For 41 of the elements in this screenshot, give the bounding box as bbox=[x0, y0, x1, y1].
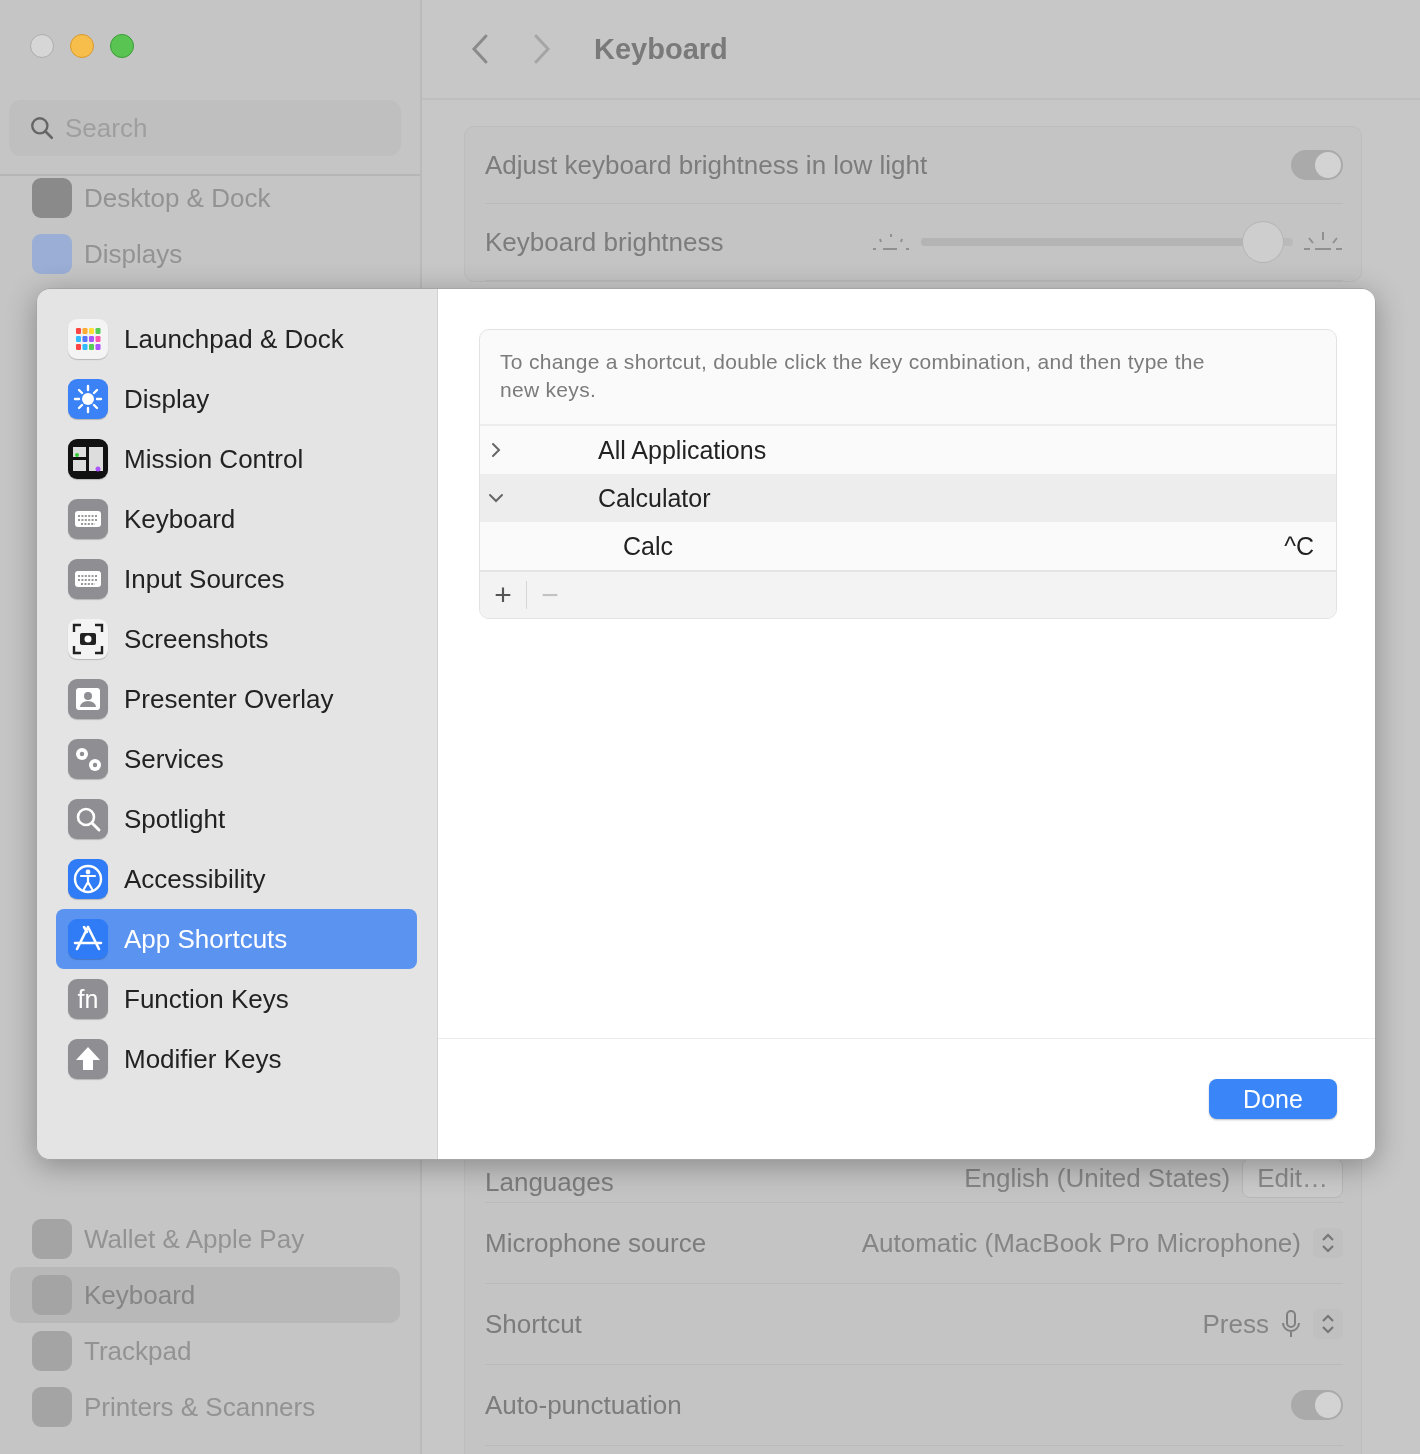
sidebar-item[interactable]: Input Sources bbox=[56, 549, 417, 609]
sidebar-item[interactable]: Screenshots bbox=[56, 609, 417, 669]
sidebar-item[interactable]: Spotlight bbox=[56, 789, 417, 849]
key-combination[interactable]: ^C bbox=[1284, 531, 1314, 561]
sidebar-item[interactable]: Keyboard bbox=[56, 489, 417, 549]
minimize-button[interactable] bbox=[70, 34, 94, 58]
sidebar-item[interactable]: Services bbox=[56, 729, 417, 789]
toggle-switch[interactable] bbox=[1291, 1390, 1343, 1420]
bright-brightness-icon bbox=[1303, 231, 1343, 253]
hint-text: To change a shortcut, double click the key combination, and then type the new keys. bbox=[480, 330, 1336, 426]
fn-key-icon: fn bbox=[68, 979, 108, 1019]
search-icon bbox=[29, 115, 55, 141]
sidebar-item[interactable]: Accessibility bbox=[56, 849, 417, 909]
shortcut-name: Calc bbox=[623, 531, 673, 561]
forward-icon[interactable] bbox=[532, 33, 552, 65]
sidebar-item[interactable]: Presenter Overlay bbox=[56, 669, 417, 729]
window-title: Keyboard bbox=[594, 32, 728, 66]
setting-value: English (United States) bbox=[964, 1162, 1231, 1194]
close-button[interactable] bbox=[30, 34, 54, 58]
microphone-icon bbox=[1281, 1309, 1301, 1339]
setting-label: Auto-punctuation bbox=[485, 1389, 682, 1421]
tree-row[interactable]: Calculator bbox=[480, 474, 1336, 522]
slider-thumb[interactable] bbox=[1243, 222, 1284, 262]
zoom-button[interactable] bbox=[110, 34, 134, 58]
tree-row[interactable]: All Applications bbox=[480, 426, 1336, 474]
setting-label: Shortcut bbox=[485, 1308, 582, 1340]
brightness-slider[interactable] bbox=[921, 222, 1293, 262]
done-button[interactable]: Done bbox=[1209, 1079, 1337, 1119]
sidebar-item[interactable]: Modifier Keys bbox=[56, 1029, 417, 1089]
toggle-switch[interactable] bbox=[1291, 150, 1343, 180]
back-icon[interactable] bbox=[470, 33, 490, 65]
setting-label: Microphone source bbox=[485, 1227, 707, 1259]
dim-brightness-icon bbox=[871, 231, 911, 253]
setting-label: Languages bbox=[485, 1167, 614, 1198]
sidebar-item[interactable]: fn Function Keys bbox=[56, 969, 417, 1029]
sidebar-item[interactable]: Launchpad & Dock bbox=[56, 309, 417, 369]
setting-label: Keyboard brightness bbox=[485, 226, 724, 258]
add-button[interactable]: + bbox=[480, 578, 526, 612]
sidebar-item[interactable]: Mission Control bbox=[56, 429, 417, 489]
sidebar-item[interactable]: Display bbox=[56, 369, 417, 429]
setting-label: Adjust keyboard brightness in low light bbox=[485, 149, 928, 181]
